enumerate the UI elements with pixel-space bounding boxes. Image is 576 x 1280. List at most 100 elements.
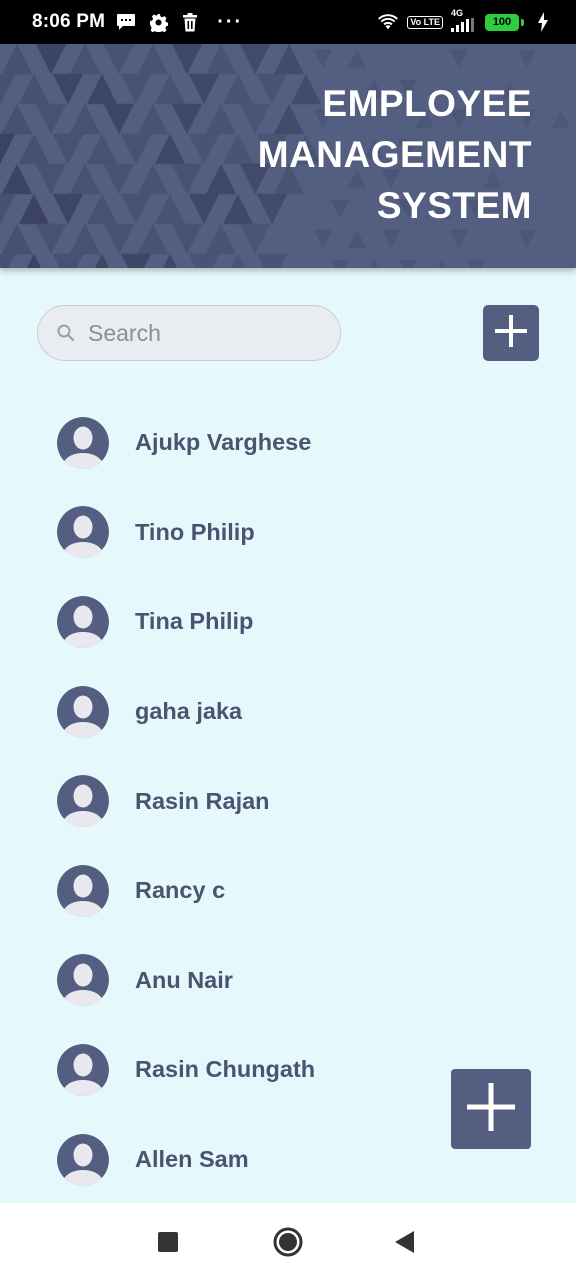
settings-gear-icon [147,11,169,33]
employee-row[interactable]: Tina Philip [0,577,576,667]
status-left: 8:06 PM ··· [32,11,243,34]
app-title-line-3: SYSTEM [376,185,532,226]
pattern-triangle [205,163,237,195]
pattern-triangle [69,44,101,75]
pattern-triangle [205,223,237,255]
pattern-triangle [18,193,50,225]
avatar-placeholder-icon [57,685,109,738]
pattern-triangle [0,193,16,225]
pattern-triangle [35,163,67,195]
battery-tip [521,18,524,26]
avatar-placeholder-icon [57,1043,109,1096]
pattern-triangle [313,229,333,249]
pattern-triangle [137,223,169,255]
pattern-triangle [86,193,118,225]
employee-name: Anu Nair [135,966,233,993]
pattern-triangle [52,193,84,225]
employee-name: Tina Philip [135,608,254,635]
status-bar: 8:06 PM ··· Vo LTE 4G 100 [0,0,576,44]
pattern-triangle [205,44,237,75]
pattern-triangle [69,163,101,195]
system-navigation-bar [0,1203,576,1280]
pattern-triangle [52,73,84,105]
pattern-triangle [1,44,33,75]
search-input[interactable] [88,319,318,347]
pattern-triangle [69,103,101,135]
network-type-label: 4G [451,7,464,18]
floating-add-button[interactable] [451,1069,531,1149]
pattern-triangle [86,73,118,105]
pattern-triangle [171,103,203,135]
employee-name: Rancy c [135,877,226,904]
pattern-triangle [1,103,33,135]
pattern-triangle [69,223,101,255]
pattern-triangle [35,44,67,75]
add-employee-button[interactable] [483,305,539,361]
message-icon [115,11,137,33]
volte-badge: Vo LTE [407,15,443,29]
pattern-triangle [398,259,418,268]
pattern-triangle [120,193,152,225]
pattern-triangle [18,73,50,105]
pattern-triangle [26,253,42,268]
pattern-triangle [437,259,447,268]
employee-row[interactable]: Rancy c [0,846,576,936]
avatar-placeholder-icon [57,1133,109,1186]
pattern-triangle [171,44,203,75]
status-right: Vo LTE 4G 100 [377,8,554,37]
pattern-triangle [154,73,186,105]
pattern-triangle [1,163,33,195]
pattern-triangle [230,253,246,268]
pattern-triangle [103,163,135,195]
pattern-triangle [239,44,271,75]
recents-square-icon[interactable] [158,1232,178,1252]
employee-row[interactable]: Rasin Rajan [0,756,576,846]
pattern-triangle [52,253,84,268]
pattern-triangle [18,133,50,165]
pattern-triangle [52,133,84,165]
pattern-triangle [137,103,169,135]
battery-level: 100 [485,13,519,31]
pattern-triangle [369,259,379,268]
pattern-triangle [137,163,169,195]
employee-row[interactable]: gaha jaka [0,667,576,757]
pattern-triangle [0,133,16,165]
pattern-triangle [171,163,203,195]
search-bar[interactable] [37,305,341,361]
avatar-placeholder-icon [57,954,109,1007]
pattern-triangle [222,193,254,225]
employee-row[interactable]: Tino Philip [0,488,576,578]
pattern-triangle [466,259,486,268]
battery-icon: 100 [485,13,524,31]
back-triangle-icon[interactable] [395,1231,415,1253]
employee-row[interactable]: Ajukp Varghese [0,398,576,488]
pattern-triangle [188,73,220,105]
employee-name: Tino Philip [135,518,255,545]
pattern-triangle [273,44,305,75]
pattern-triangle [154,193,186,225]
employee-row[interactable]: Anu Nair [0,936,576,1026]
pattern-triangle [103,223,135,255]
pattern-triangle [94,253,110,268]
pattern-triangle [381,229,401,249]
pattern-triangle [35,223,67,255]
pattern-triangle [330,259,350,268]
app-title: EMPLOYEE MANAGEMENT SYSTEM [258,78,532,231]
pattern-triangle [449,229,469,249]
pattern-triangle [188,193,220,225]
pattern-triangle [103,103,135,135]
pattern-triangle [347,49,367,69]
pattern-triangle [120,73,152,105]
signal-icon [451,17,477,37]
avatar-placeholder-icon [57,595,109,648]
more-notifications-indicator: ··· [217,10,244,33]
employee-name: Allen Sam [135,1146,249,1173]
pattern-triangle [103,44,135,75]
pattern-triangle [551,109,571,129]
signal-group: 4G [451,8,477,37]
plus-icon [465,1081,517,1138]
pattern-triangle [35,103,67,135]
search-icon [56,323,76,343]
home-circle-icon[interactable] [273,1227,303,1257]
pattern-triangle [120,253,152,268]
